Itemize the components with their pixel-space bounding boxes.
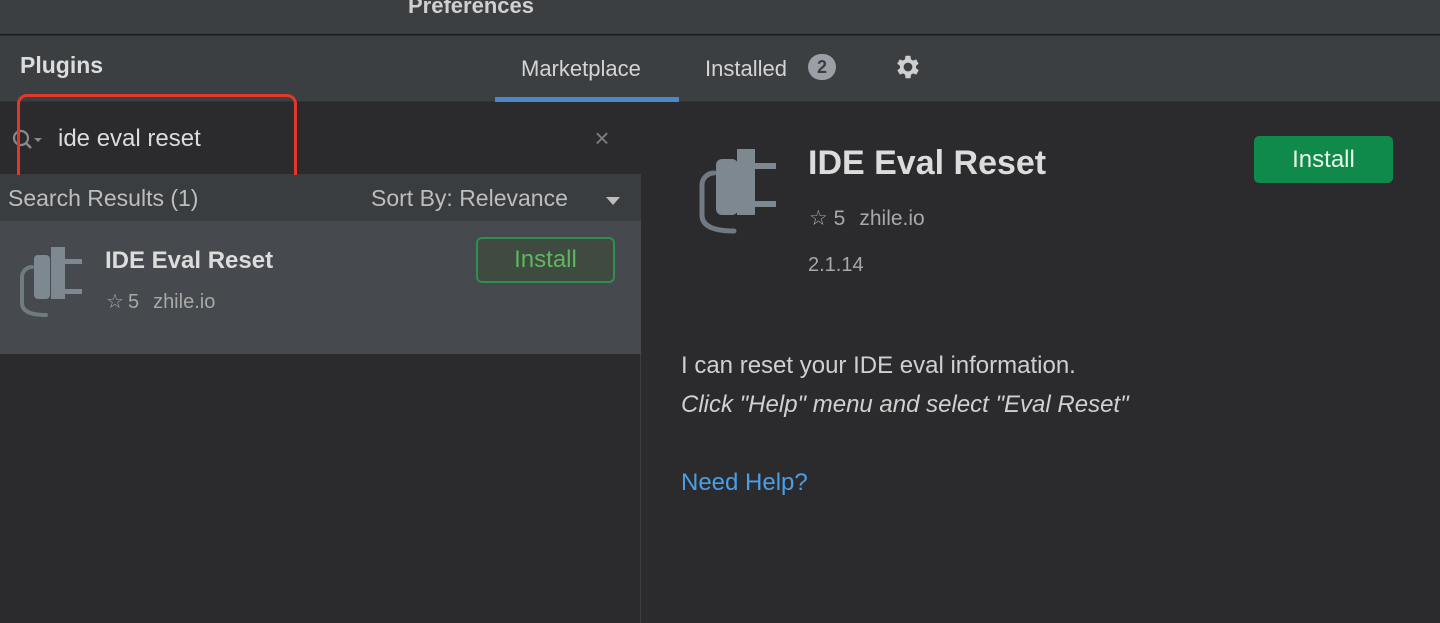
plugins-header: Plugins Marketplace Installed 2 [0,36,1440,102]
title-bar: Preferences [0,0,1440,35]
install-button[interactable]: Install [476,237,615,283]
need-help-link[interactable]: Need Help? [681,469,808,497]
search-bar: × [0,94,641,185]
plugin-detail-rating: 5 [833,207,846,230]
active-tab-indicator [495,97,679,102]
install-button-primary[interactable]: Install [1254,136,1393,183]
list-item[interactable]: IDE Eval Reset ☆ 5 zhile.io Install [0,221,641,354]
close-icon[interactable]: × [590,125,614,151]
window-title: Preferences [408,0,534,18]
plugin-plug-icon [20,247,82,317]
search-input[interactable] [58,121,578,157]
sort-dropdown[interactable]: Sort By: Relevance [371,185,568,212]
plugins-title: Plugins [20,52,104,78]
plugin-list-panel: × Search Results (1) Sort By: Relevance … [0,94,641,623]
tab-marketplace-label: Marketplace [521,56,641,81]
plugin-name: IDE Eval Reset [105,247,274,274]
tab-marketplace[interactable]: Marketplace [495,36,679,102]
plugin-detail-panel: IDE Eval Reset ☆ 5 zhile.io 2.1.14 Instal… [642,103,1440,623]
plugin-version: 2.1.14 [808,254,864,276]
search-icon[interactable] [10,125,46,155]
plugin-detail-name: IDE Eval Reset [808,144,1047,182]
results-header: Search Results (1) Sort By: Relevance [0,175,641,221]
search-results-count: Search Results (1) [8,185,199,211]
gear-icon[interactable] [893,52,923,82]
plugin-meta: ☆ 5 zhile.io [106,289,215,314]
tab-installed[interactable]: Installed 2 [700,36,850,102]
plugin-plug-icon [699,149,776,234]
plugin-description: I can reset your IDE eval information. [681,352,1076,379]
chevron-down-icon[interactable] [606,197,620,205]
plugin-vendor: zhile.io [153,291,216,313]
installed-count-badge: 2 [808,54,836,80]
tab-installed-label: Installed [705,56,787,81]
preferences-window: Preferences Plugins Marketplace Installe… [0,0,1440,623]
plugin-description-hint: Click "Help" menu and select "Eval Reset… [681,391,1129,418]
star-icon: ☆ [106,291,124,313]
plugin-rating: 5 [127,291,140,313]
plugin-detail-meta: ☆ 5 zhile.io [809,206,925,231]
plugin-detail-vendor: zhile.io [859,207,925,230]
star-icon: ☆ [809,207,828,230]
